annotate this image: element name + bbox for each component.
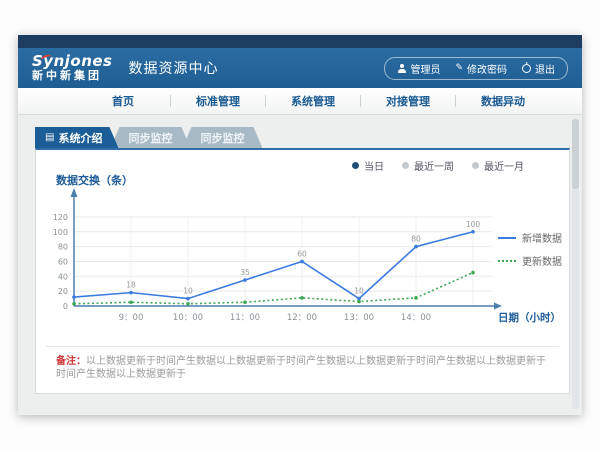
data-point [471,271,475,275]
x-axis-label: 日期（小时） [498,310,561,325]
nav-item-docking-mgmt[interactable]: 对接管理 [361,93,455,109]
data-point [471,230,475,234]
legend-label: 新增数据 [522,230,562,245]
admin-user-button[interactable]: 管理员 [397,61,440,76]
y-tick-label: 60 [58,257,68,266]
nav-item-system-mgmt[interactable]: 系统管理 [266,93,360,109]
x-tick-label: 12：00 [287,313,317,323]
power-icon [522,64,531,73]
document-icon: ▤ [45,133,54,143]
data-point [72,295,76,299]
radio-icon [472,162,479,169]
user-icon [397,64,406,73]
x-tick-label: 9：00 [119,313,144,323]
y-tick-label: 40 [58,272,68,281]
note-text: 以上数据更新于时间产生数据以上数据更新于时间产生数据以上数据更新于时间产生数据以… [56,356,546,380]
y-tick-label: 20 [58,287,68,296]
legend-item-update-data[interactable]: 更新数据 [498,253,562,268]
y-tick-label: 80 [58,243,68,252]
radio-icon [352,162,359,169]
tab-label: 同步监控 [200,130,244,146]
data-point [357,300,361,304]
period-option-label: 最近一周 [414,158,454,173]
data-point [300,296,304,300]
point-label: 60 [297,249,307,258]
point-label: 35 [240,268,250,277]
top-strip [18,35,582,48]
legend-item-new-data[interactable]: 新增数据 [498,230,562,245]
logout-button[interactable]: 退出 [522,61,555,76]
legend-label: 更新数据 [522,253,562,268]
period-filter: 当日 最近一周 最近一月 [352,158,524,173]
period-option-today[interactable]: 当日 [352,158,384,173]
radio-icon [402,162,409,169]
x-tick-label: 10：00 [173,313,203,323]
data-point [300,260,304,264]
tab-bar: ▤ 系统介绍 同步监控 同步监控 [35,127,582,148]
dotted-line-icon [498,260,516,262]
point-label: 10 [354,287,364,296]
nav-item-home[interactable]: 首页 [76,93,170,109]
data-point [243,278,247,282]
content-area: ▤ 系统介绍 同步监控 同步监控 当日 最近一周 [18,115,582,415]
tab-sync-monitor-1[interactable]: 同步监控 [110,127,190,148]
user-toolbar: 管理员 ✎ 修改密码 退出 [384,57,568,80]
period-option-last-month[interactable]: 最近一月 [472,158,524,173]
brand-logo: Synjones 新中新集团 [32,54,113,81]
tab-system-intro[interactable]: ▤ 系统介绍 [35,127,118,148]
data-point [186,297,190,301]
app-window: Synjones 新中新集团 数据资源中心 管理员 ✎ 修改密码 退出 首页 标… [18,35,582,415]
admin-user-label: 管理员 [410,61,440,76]
y-tick-label: 0 [63,302,68,311]
data-point [129,291,133,295]
change-password-label: 修改密码 [467,61,507,76]
logout-label: 退出 [535,61,555,76]
scrollbar-thumb[interactable] [572,119,579,189]
x-axis-arrow [494,303,502,310]
period-option-label: 当日 [364,158,384,173]
page-title: 数据资源中心 [129,58,219,78]
data-point [72,302,76,306]
point-label: 80 [411,235,421,244]
data-point [186,302,190,306]
tab-label: 同步监控 [128,130,172,146]
divider [46,346,559,347]
nav-item-data-change[interactable]: 数据异动 [456,93,550,109]
change-password-button[interactable]: ✎ 修改密码 [455,61,507,76]
point-label: 18 [126,281,136,290]
point-label: 100 [466,220,481,229]
chart-card: 当日 最近一周 最近一月 数据交换（条） 0204060801001209：00… [35,148,570,394]
y-tick-label: 100 [53,228,68,237]
data-point [414,245,418,249]
line-chart: 0 20 40 60 80 100 120 9：00 10：00 11：00 12：00 13：00 1… [42,178,582,358]
point-label: 10 [183,287,193,296]
period-option-label: 最近一月 [484,158,524,173]
brand-logo-subtext: 新中新集团 [32,70,113,82]
chart-legend: 新增数据 更新数据 [498,230,562,268]
main-nav: 首页 标准管理 系统管理 对接管理 数据异动 [18,88,582,115]
app-header: Synjones 新中新集团 数据资源中心 管理员 ✎ 修改密码 退出 [18,48,582,88]
data-point [414,296,418,300]
y-tick-label: 120 [53,213,68,222]
brand-logo-text: Synjones [32,54,113,70]
solid-line-icon [498,237,516,239]
footer-note: 备注：以上数据更新于时间产生数据以上数据更新于时间产生数据以上数据更新于时间产生… [56,355,553,381]
x-tick-label: 14：00 [401,313,431,323]
x-tick-label: 13：00 [344,313,374,323]
y-axis-arrow [71,188,78,197]
tab-label: 系统介绍 [58,130,102,146]
scrollbar[interactable] [572,119,579,409]
period-option-last-week[interactable]: 最近一周 [402,158,454,173]
data-point [129,300,133,304]
edit-icon: ✎ [455,64,463,73]
x-tick-label: 11：00 [230,313,260,323]
nav-item-standard-mgmt[interactable]: 标准管理 [171,93,265,109]
tab-sync-monitor-2[interactable]: 同步监控 [182,127,262,148]
data-point [243,300,247,304]
note-prefix: 备注： [56,356,86,367]
